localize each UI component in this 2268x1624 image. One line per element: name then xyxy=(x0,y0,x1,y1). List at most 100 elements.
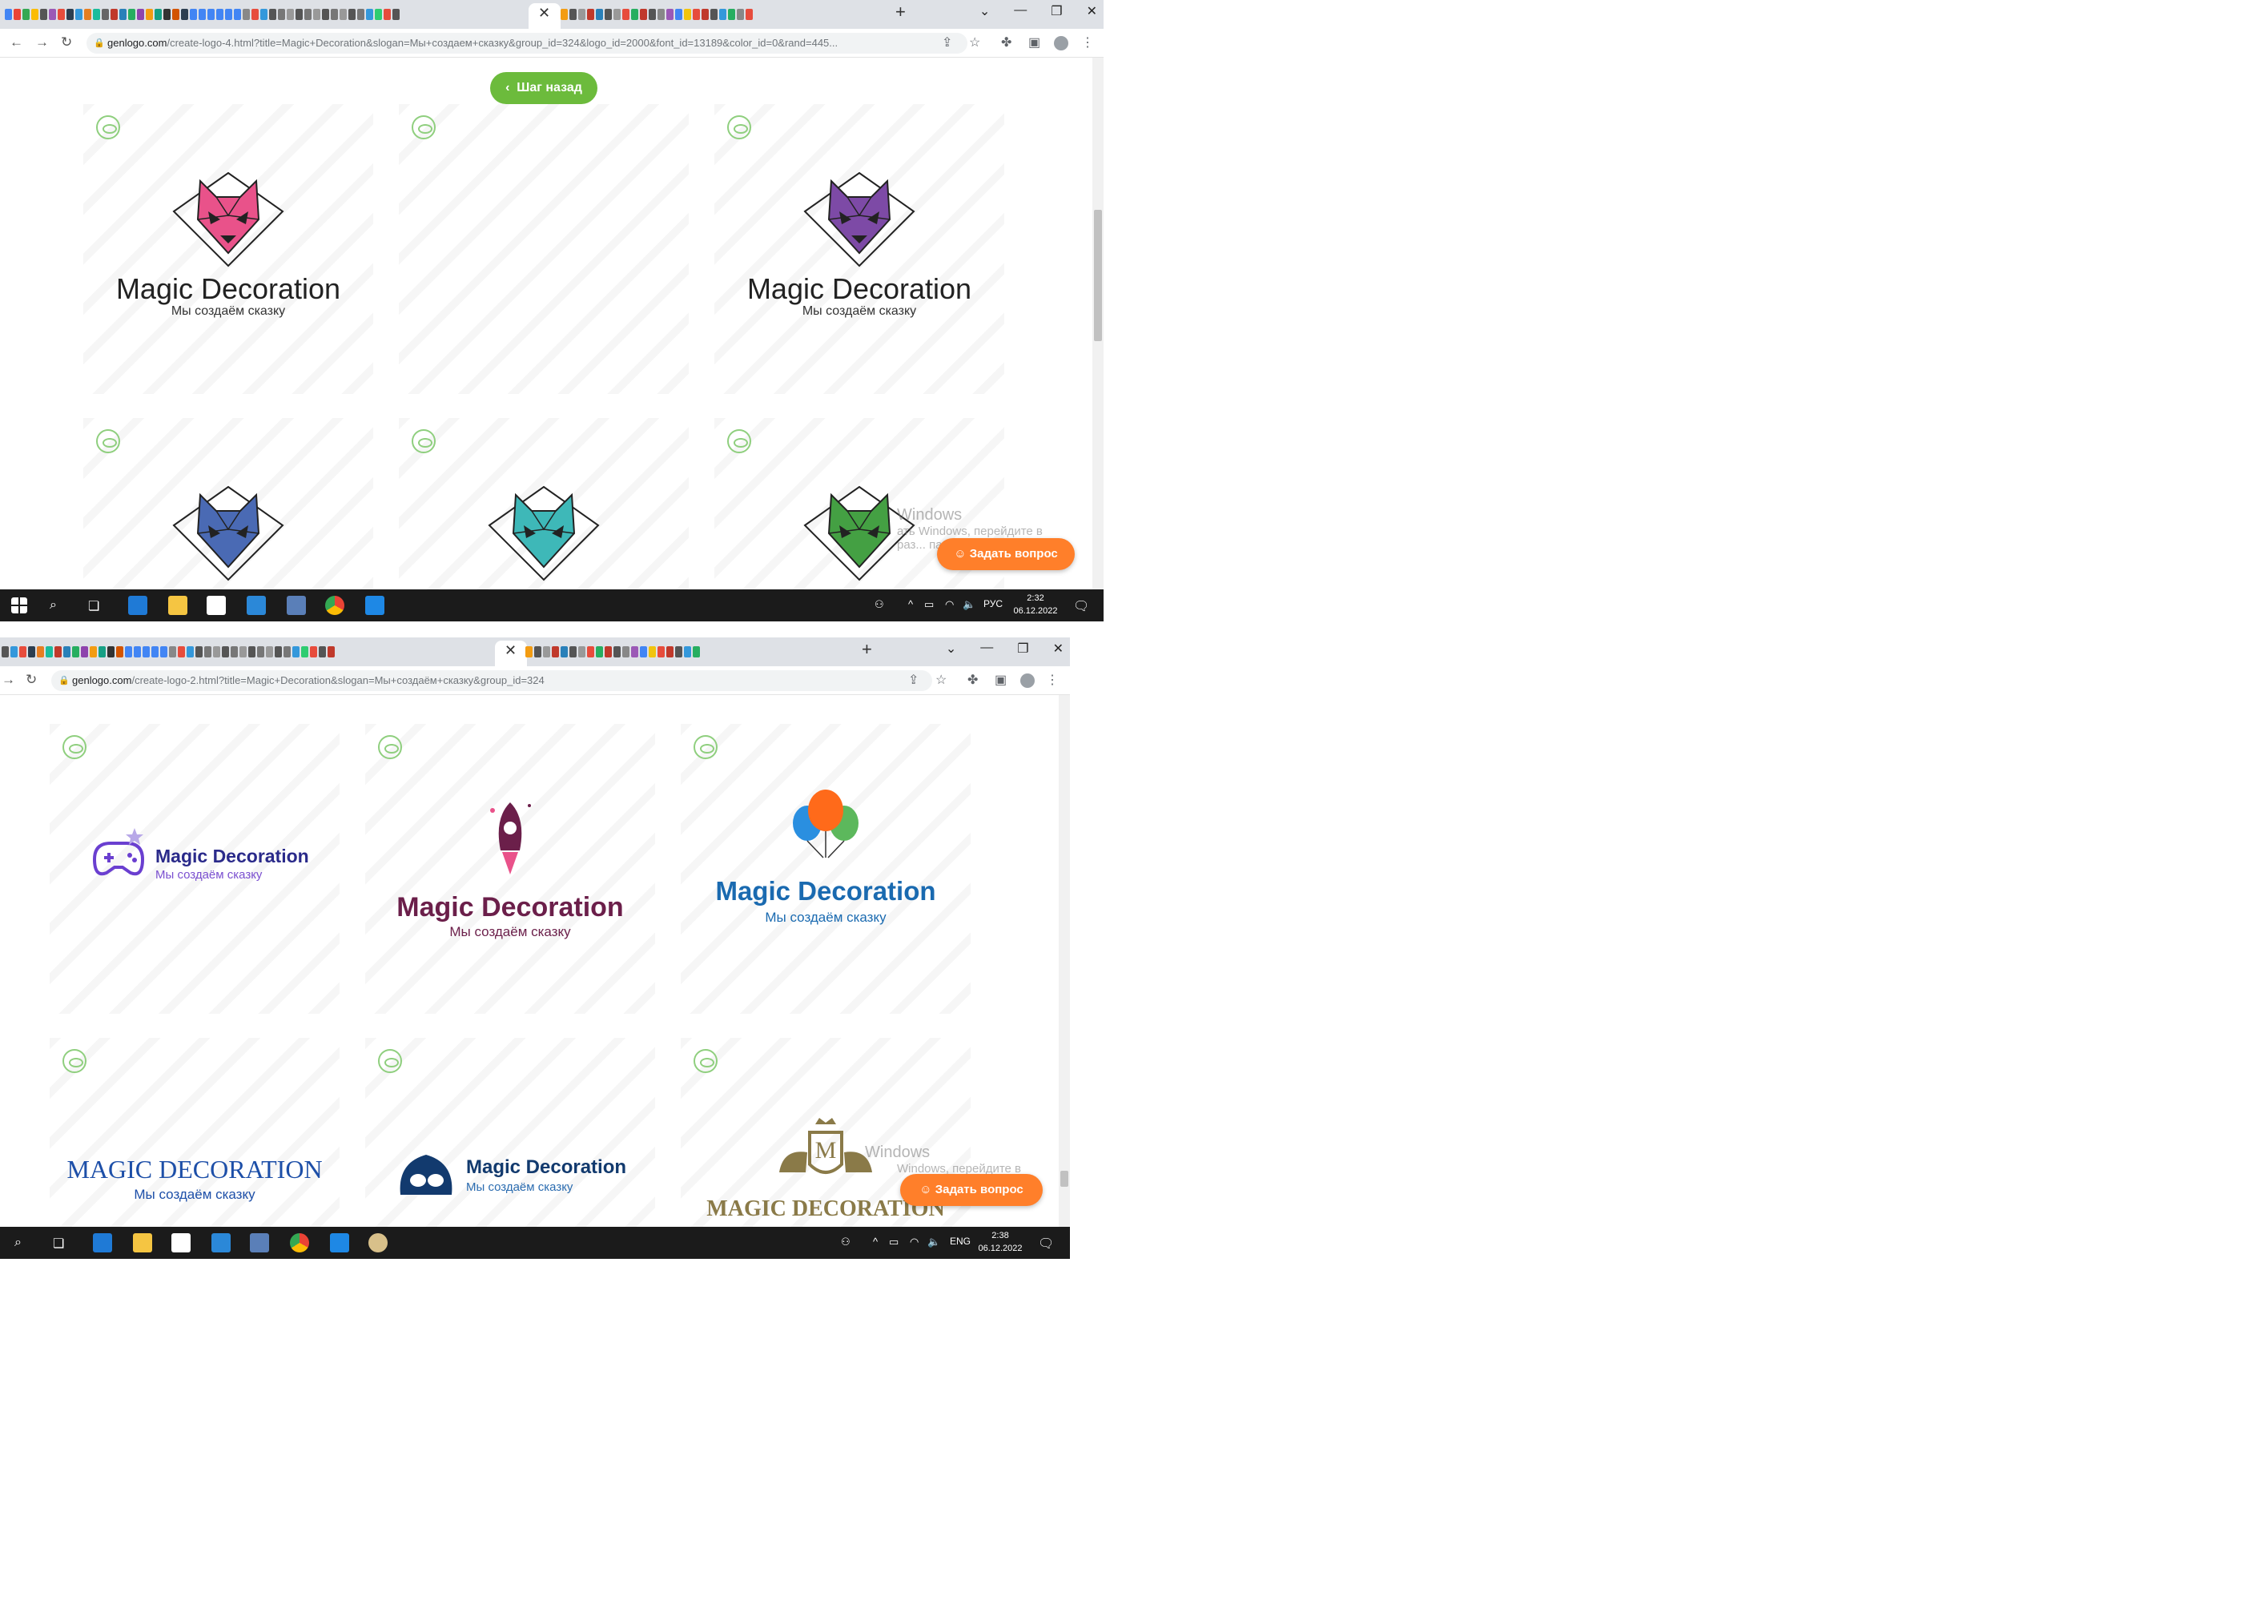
page-scrollbar[interactable] xyxy=(1092,58,1104,589)
edge-icon[interactable] xyxy=(93,1233,112,1252)
bookmark-star-icon[interactable]: ☆ xyxy=(969,34,980,50)
logo-card-3[interactable]: Magic Decoration Мы создаём сказку xyxy=(714,104,1004,394)
forward-arrow-icon[interactable]: → xyxy=(2,672,15,688)
step-back-button[interactable]: ‹ Шаг назад xyxy=(490,72,597,104)
logo-card-3[interactable]: Magic Decoration Мы создаём сказку xyxy=(681,724,971,1014)
close-tab-icon[interactable]: ✕ xyxy=(505,642,517,659)
ask-question-button[interactable]: ☺ Задать вопрос xyxy=(900,1174,1043,1206)
pinned-tabs[interactable] xyxy=(5,6,533,22)
new-tab-button[interactable]: + xyxy=(895,2,906,22)
app-icon[interactable] xyxy=(250,1233,269,1252)
ask-question-button[interactable]: ☺ Задать вопрос xyxy=(937,538,1075,570)
input-language[interactable]: РУС xyxy=(983,598,1003,609)
logo-card-4[interactable]: MAGIC DECORATION Мы создаём сказку xyxy=(50,1038,340,1227)
edge-icon[interactable] xyxy=(128,596,147,615)
file-explorer-icon[interactable] xyxy=(168,596,187,615)
volume-icon[interactable]: 🔈 xyxy=(963,598,975,611)
preview-eye-icon[interactable] xyxy=(412,115,436,139)
share-icon[interactable]: ⇪ xyxy=(942,34,952,50)
logo-card-2[interactable] xyxy=(399,104,689,394)
preview-eye-icon[interactable] xyxy=(96,429,120,453)
scrollbar-thumb[interactable] xyxy=(1060,1171,1068,1187)
preview-eye-icon[interactable] xyxy=(96,115,120,139)
mail-icon[interactable] xyxy=(247,596,266,615)
notifications-icon[interactable]: 🗨 xyxy=(1038,1236,1054,1252)
new-tab-button[interactable]: + xyxy=(862,639,872,660)
preview-eye-icon[interactable] xyxy=(378,1049,402,1073)
more-tabs[interactable] xyxy=(561,6,881,22)
menu-kebab-icon[interactable]: ⋮ xyxy=(1081,34,1094,50)
file-explorer-icon[interactable] xyxy=(133,1233,152,1252)
taskbar-clock[interactable]: 2:32 06.12.2022 xyxy=(1011,592,1060,617)
tab-search-icon[interactable]: ⌄ xyxy=(979,3,990,19)
extensions-icon[interactable]: ✤ xyxy=(967,672,978,688)
profile-avatar[interactable] xyxy=(1054,36,1068,50)
page-scrollbar[interactable] xyxy=(1059,695,1070,1227)
start-windows-icon[interactable] xyxy=(11,597,27,613)
preview-eye-icon[interactable] xyxy=(727,429,751,453)
menu-kebab-icon[interactable]: ⋮ xyxy=(1046,672,1059,688)
task-view-icon[interactable]: ❏ xyxy=(53,1236,64,1252)
logo-card-5[interactable]: Magic Decoration Мы создаём сказку xyxy=(365,1038,655,1227)
logo-card-2[interactable]: Magic Decoration Мы создаём сказку xyxy=(365,724,655,1014)
bookmark-star-icon[interactable]: ☆ xyxy=(935,672,947,688)
preview-eye-icon[interactable] xyxy=(62,1049,86,1073)
vscode-icon[interactable] xyxy=(330,1233,349,1252)
vscode-icon[interactable] xyxy=(365,596,384,615)
logo-card-1[interactable]: Magic Decoration Мы создаём сказку xyxy=(50,724,340,1014)
restore-icon[interactable]: ❐ xyxy=(1017,641,1028,657)
reload-icon[interactable]: ↻ xyxy=(61,34,72,50)
people-icon[interactable]: ⚇ xyxy=(841,1236,850,1248)
volume-icon[interactable]: 🔈 xyxy=(927,1236,940,1248)
input-language[interactable]: ENG xyxy=(950,1236,971,1247)
chrome-icon[interactable] xyxy=(290,1233,309,1252)
taskbar-clock[interactable]: 2:38 06.12.2022 xyxy=(975,1229,1025,1255)
reload-icon[interactable]: ↻ xyxy=(26,672,37,688)
tray-chevron-icon[interactable]: ^ xyxy=(908,598,913,610)
taskbar-search-icon[interactable]: ⌕ xyxy=(14,1236,22,1250)
taskbar-search-icon[interactable]: ⌕ xyxy=(50,598,57,613)
side-panel-icon[interactable]: ▣ xyxy=(995,672,1007,688)
store-icon[interactable] xyxy=(207,596,226,615)
restore-icon[interactable]: ❐ xyxy=(1051,3,1062,19)
scrollbar-thumb[interactable] xyxy=(1094,210,1102,341)
wifi-icon[interactable]: ◠ xyxy=(945,598,954,611)
tray-chevron-icon[interactable]: ^ xyxy=(873,1236,878,1248)
url-field[interactable]: 🔒 genlogo.com/create-logo-4.html?title=M… xyxy=(86,33,967,54)
logo-card-4[interactable] xyxy=(83,418,373,589)
battery-icon[interactable]: ▭ xyxy=(924,598,934,611)
share-icon[interactable]: ⇪ xyxy=(908,672,919,688)
logo-card-1[interactable]: Magic Decoration Мы создаём сказку xyxy=(83,104,373,394)
close-window-icon[interactable]: ✕ xyxy=(1087,3,1097,19)
pinned-tabs[interactable] xyxy=(2,644,490,660)
preview-eye-icon[interactable] xyxy=(694,1049,718,1073)
forward-arrow-icon[interactable]: → xyxy=(35,34,49,50)
task-view-icon[interactable]: ❏ xyxy=(88,598,99,614)
battery-icon[interactable]: ▭ xyxy=(889,1236,899,1248)
store-icon[interactable] xyxy=(171,1233,191,1252)
preview-eye-icon[interactable] xyxy=(378,735,402,759)
side-panel-icon[interactable]: ▣ xyxy=(1028,34,1040,50)
tab-search-icon[interactable]: ⌄ xyxy=(946,641,956,657)
mail-icon[interactable] xyxy=(211,1233,231,1252)
more-tabs[interactable] xyxy=(525,644,846,660)
preview-eye-icon[interactable] xyxy=(62,735,86,759)
back-arrow-icon[interactable]: ← xyxy=(10,34,23,50)
minimize-icon[interactable]: — xyxy=(1014,3,1027,19)
wifi-icon[interactable]: ◠ xyxy=(910,1236,919,1248)
close-window-icon[interactable]: ✕ xyxy=(1053,641,1064,657)
url-field[interactable]: 🔒 genlogo.com/create-logo-2.html?title=M… xyxy=(51,670,932,691)
logo-card-5[interactable] xyxy=(399,418,689,589)
preview-eye-icon[interactable] xyxy=(412,429,436,453)
profile-avatar[interactable] xyxy=(1020,673,1035,688)
close-tab-icon[interactable]: ✕ xyxy=(538,5,550,22)
chrome-icon[interactable] xyxy=(325,596,344,615)
app-icon[interactable] xyxy=(287,596,306,615)
extensions-icon[interactable]: ✤ xyxy=(1001,34,1011,50)
preview-eye-icon[interactable] xyxy=(727,115,751,139)
people-icon[interactable]: ⚇ xyxy=(875,598,884,611)
preview-eye-icon[interactable] xyxy=(694,735,718,759)
notifications-icon[interactable]: 🗨 xyxy=(1073,598,1089,614)
minimize-icon[interactable]: — xyxy=(980,641,993,657)
paint-icon[interactable] xyxy=(368,1233,388,1252)
